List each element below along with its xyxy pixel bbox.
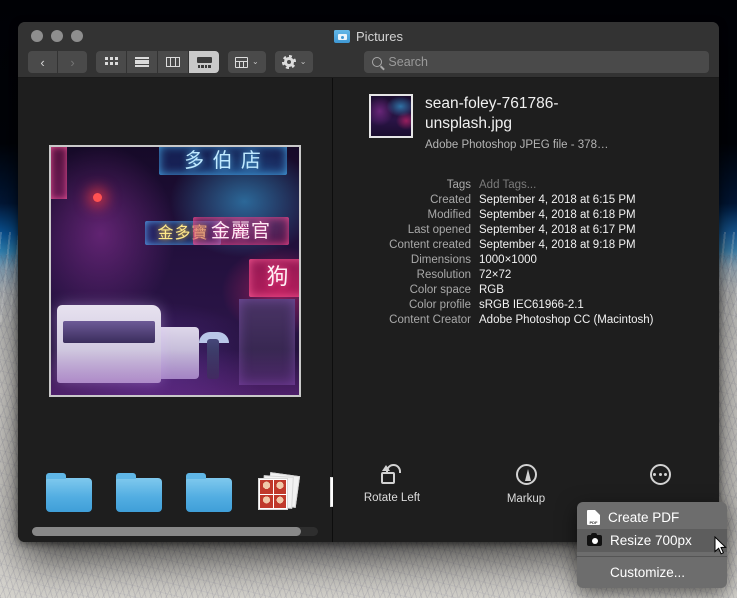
metadata-label: Dimensions [410,253,471,266]
window-title-text: Pictures [356,29,403,44]
neon-sign-mid-right: 金麗官 [193,217,289,245]
pdf-icon [587,510,600,525]
desktop: Pictures ‹ › ⌄ ⌄ Search 多 伯 店 金多寶 金麗官 狗 … [0,0,737,598]
thumbnail-strip[interactable] [18,464,364,520]
minimize-button[interactable] [51,30,63,42]
grid-icon [104,57,118,67]
file-kind: Adobe Photoshop JPEG file - 378… [425,138,609,151]
zoom-button[interactable] [71,30,83,42]
add-tags-field[interactable]: Add Tags... [479,179,701,191]
info-pane: sean-foley-761786-unsplash.jpg Adobe Pho… [333,78,719,542]
menu-item-label: Resize 700px [610,533,692,548]
metadata-label: Color space [409,283,471,296]
icon-view-button[interactable] [96,51,126,73]
metadata-value: September 4, 2018 at 6:17 PM [479,223,636,236]
action-gear-button[interactable]: ⌄ [274,51,314,73]
metadata-value: sRGB IEC61966-2.1 [479,298,584,311]
folder-icon [186,473,232,512]
metadata-label: Tags [446,178,471,191]
toolbar[interactable]: ‹ › ⌄ ⌄ Search [18,47,719,77]
traffic-lights[interactable] [31,30,83,42]
more-actions-menu[interactable]: Create PDF Resize 700px Customize... [577,502,727,588]
folder-icon [46,473,92,512]
menu-item-label: Create PDF [608,510,680,525]
markup-icon [515,464,537,485]
markup-label: Markup [506,493,546,505]
photobooth-icon [258,472,301,512]
thumbnail-photobooth[interactable] [256,470,302,514]
metadata-label: Last opened [407,223,471,236]
road-reflection [51,349,299,395]
street-lamp-glow [93,193,102,202]
list-view-button[interactable] [127,51,157,73]
folder-icon [116,473,162,512]
chevron-down-icon: ⌄ [252,57,259,66]
menu-item-resize-700px[interactable]: Resize 700px [577,529,727,552]
search-placeholder: Search [388,55,429,69]
gallery-icon [196,56,212,68]
scrollbar-thumb[interactable] [32,527,301,536]
menu-item-label: Customize... [610,565,686,580]
thumbnail-folder-3[interactable] [186,470,232,514]
metadata-label: Color profile [409,298,471,311]
menu-item-customize[interactable]: Customize... [577,561,727,584]
gallery-pane[interactable]: 多 伯 店 金多寶 金麗官 狗 [18,78,364,542]
metadata-label: Content Creator [389,313,471,326]
folder-camera-icon [334,30,351,43]
close-button[interactable] [31,30,43,42]
metadata-value: RGB [479,283,504,296]
neon-sign-vertical [51,147,67,199]
menu-separator [577,556,727,557]
thumbnail-folder-1[interactable] [46,470,92,514]
finder-window[interactable]: Pictures ‹ › ⌄ ⌄ Search 多 伯 店 金多寶 金麗官 狗 … [18,22,719,542]
camera-icon [587,532,602,546]
metadata-table: Tags Add Tags... Created September 4, 2018 … [333,179,719,326]
gear-icon [281,55,296,69]
metadata-value: Adobe Photoshop CC (Macintosh) [479,313,654,326]
metadata-value: September 4, 2018 at 9:18 PM [479,238,636,251]
neon-sign-right: 狗 [249,259,299,297]
file-header: sean-foley-761786-unsplash.jpg Adobe Pho… [333,78,719,151]
search-icon [372,57,383,67]
window-body: 多 伯 店 金多寶 金麗官 狗 sean-foley-761786-unspla… [18,78,719,542]
metadata-label: Resolution [416,268,471,281]
list-icon [135,57,149,67]
file-name: sean-foley-761786-unsplash.jpg [425,95,559,132]
metadata-label: Created [430,193,471,206]
arrange-icon [235,56,248,68]
metadata-label: Modified [427,208,471,221]
metadata-label: Content created [389,238,471,251]
column-view-button[interactable] [158,51,188,73]
gallery-view-button[interactable] [189,51,219,73]
markup-button[interactable]: Markup [488,464,564,505]
metadata-value: 1000×1000 [479,253,537,266]
navigation-group[interactable]: ‹ › [28,51,87,73]
menu-item-create-pdf[interactable]: Create PDF [577,506,727,529]
file-thumbnail [369,94,413,138]
image-preview[interactable]: 多 伯 店 金多寶 金麗官 狗 [49,145,301,397]
rotate-left-button[interactable]: Rotate Left [354,464,430,504]
rotate-left-label: Rotate Left [363,492,421,504]
metadata-value: September 4, 2018 at 6:18 PM [479,208,636,221]
window-titlebar[interactable]: Pictures ‹ › ⌄ ⌄ Search [18,22,719,78]
ellipsis-icon [649,464,671,485]
chevron-down-icon: ⌄ [299,57,307,66]
preview-container: 多 伯 店 金多寶 金麗官 狗 [18,78,332,464]
columns-icon [166,57,180,67]
neon-sign-top: 多 伯 店 [159,147,287,175]
horizontal-scrollbar[interactable] [32,527,318,536]
more-button[interactable] [622,464,698,485]
forward-button[interactable]: › [58,51,87,73]
metadata-value: September 4, 2018 at 6:15 PM [479,193,636,206]
view-mode-group[interactable] [96,51,219,73]
metadata-value: 72×72 [479,268,512,281]
thumbnail-folder-2[interactable] [116,470,162,514]
back-button[interactable]: ‹ [28,51,57,73]
window-title: Pictures [18,29,719,44]
arrange-button[interactable]: ⌄ [228,51,266,73]
rotate-left-icon [381,464,403,484]
search-input[interactable]: Search [364,51,709,73]
file-title-block: sean-foley-761786-unsplash.jpg Adobe Pho… [425,94,625,151]
